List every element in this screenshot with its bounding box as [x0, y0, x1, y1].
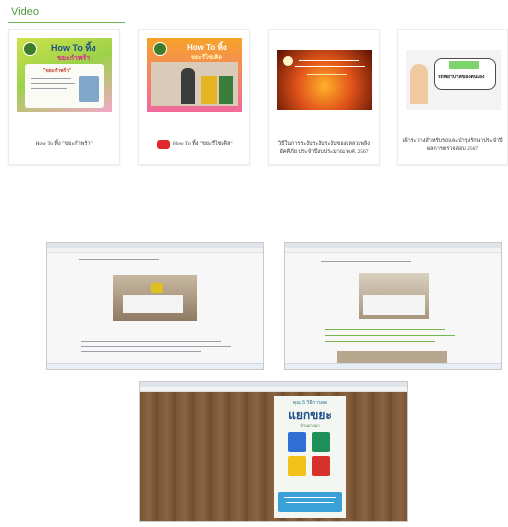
video-section-title: Video [11, 6, 39, 18]
shirt-green [312, 432, 330, 452]
bin-green [219, 76, 233, 104]
thumb-subheading: ขยะรีไซเคิล [191, 55, 222, 61]
thumb-photo [151, 62, 238, 106]
news-photo [359, 273, 429, 319]
text-line [321, 261, 411, 262]
illustration [79, 76, 99, 102]
speech-bubble: รถพยาบาลของตนเอง [434, 58, 496, 90]
address-bar [285, 248, 501, 253]
text-line [31, 88, 67, 89]
video-card[interactable]: How To ทิ้ง ขยะรีไซเคิล How To ทิ้ง "ขยะ… [138, 29, 250, 165]
sign [151, 283, 163, 293]
text-line [79, 259, 159, 260]
text-line [325, 335, 455, 336]
address-bar [47, 248, 263, 253]
video-thumbnail[interactable]: How To ทิ้ง ขยะกำพร้า "ขยะกำพร้า" [17, 38, 112, 112]
bin-yellow [201, 76, 217, 104]
text-line [286, 502, 334, 503]
bubble-text: รถพยาบาลของตนเอง [438, 74, 485, 80]
bubble-badge [449, 61, 479, 69]
video-caption[interactable]: How To ทิ้ง "ขยะรีไซเคิล" [173, 140, 245, 148]
video-caption[interactable]: วิธีในการระงับระงับระงับของเหลวเพลิง อัค… [273, 140, 375, 156]
poster: คุณ 5 วิธีการลด แยกขยะ บ้านบางนา [274, 396, 346, 518]
poster-tag: บ้านบางนา [300, 423, 320, 428]
poster-footer-band [278, 492, 342, 512]
text-line [81, 341, 221, 342]
shirt-blue [288, 432, 306, 452]
text-line [81, 346, 231, 347]
text-line [31, 83, 75, 84]
taskbar [285, 363, 501, 369]
text-line [31, 78, 71, 79]
elderly-figure [410, 64, 428, 104]
text-line [325, 329, 445, 330]
text-line [307, 74, 347, 75]
video-thumbnail[interactable]: How To ทิ้ง ขยะรีไซเคิล [147, 38, 242, 112]
taskbar [47, 363, 263, 369]
video-card[interactable]: How To ทิ้ง ขยะกำพร้า "ขยะกำพร้า" How To… [8, 29, 120, 165]
video-card[interactable]: วิธีในการระงับระงับระงับของเหลวเพลิง อัค… [268, 29, 380, 165]
text-line [299, 60, 359, 61]
text-line [81, 351, 201, 352]
seal-logo [23, 42, 37, 56]
thumb-panel: "ขยะกำพร้า" [25, 64, 104, 108]
shirt-yellow [288, 456, 306, 476]
video-card[interactable]: รถพยาบาลของตนเอง เฝ้าระวางสำหรับรถและบำร… [397, 29, 508, 165]
shirt-red [312, 456, 330, 476]
person-figure [181, 68, 195, 104]
title-underline [8, 22, 125, 23]
news-photo-2 [337, 351, 447, 363]
thumb-tag: "ขยะกำพร้า" [43, 68, 72, 74]
video-caption[interactable]: How To ทิ้ง "ขยะกำพร้า" [13, 140, 115, 148]
screenshot-poster-viewer: คุณ 5 วิธีการลด แยกขยะ บ้านบางนา [139, 381, 408, 522]
seal-logo [153, 42, 167, 56]
video-thumbnail[interactable]: รถพยาบาลของตนเอง [406, 50, 501, 110]
thumb-subheading: ขยะกำพร้า [57, 55, 91, 62]
table [363, 295, 425, 315]
bags [123, 295, 183, 313]
text-line [284, 497, 336, 498]
video-caption[interactable]: เฝ้าระวางสำหรับรถและบำรุงรักษาประจำปี ผล… [402, 137, 503, 153]
youtube-icon[interactable] [157, 140, 170, 149]
flame-icon [283, 56, 293, 66]
text-line [325, 341, 435, 342]
news-photo [113, 275, 197, 321]
text-line [295, 66, 365, 67]
video-thumbnail[interactable] [277, 50, 372, 110]
screenshot-news-page-2 [284, 242, 502, 370]
screenshot-news-page-1 [46, 242, 264, 370]
